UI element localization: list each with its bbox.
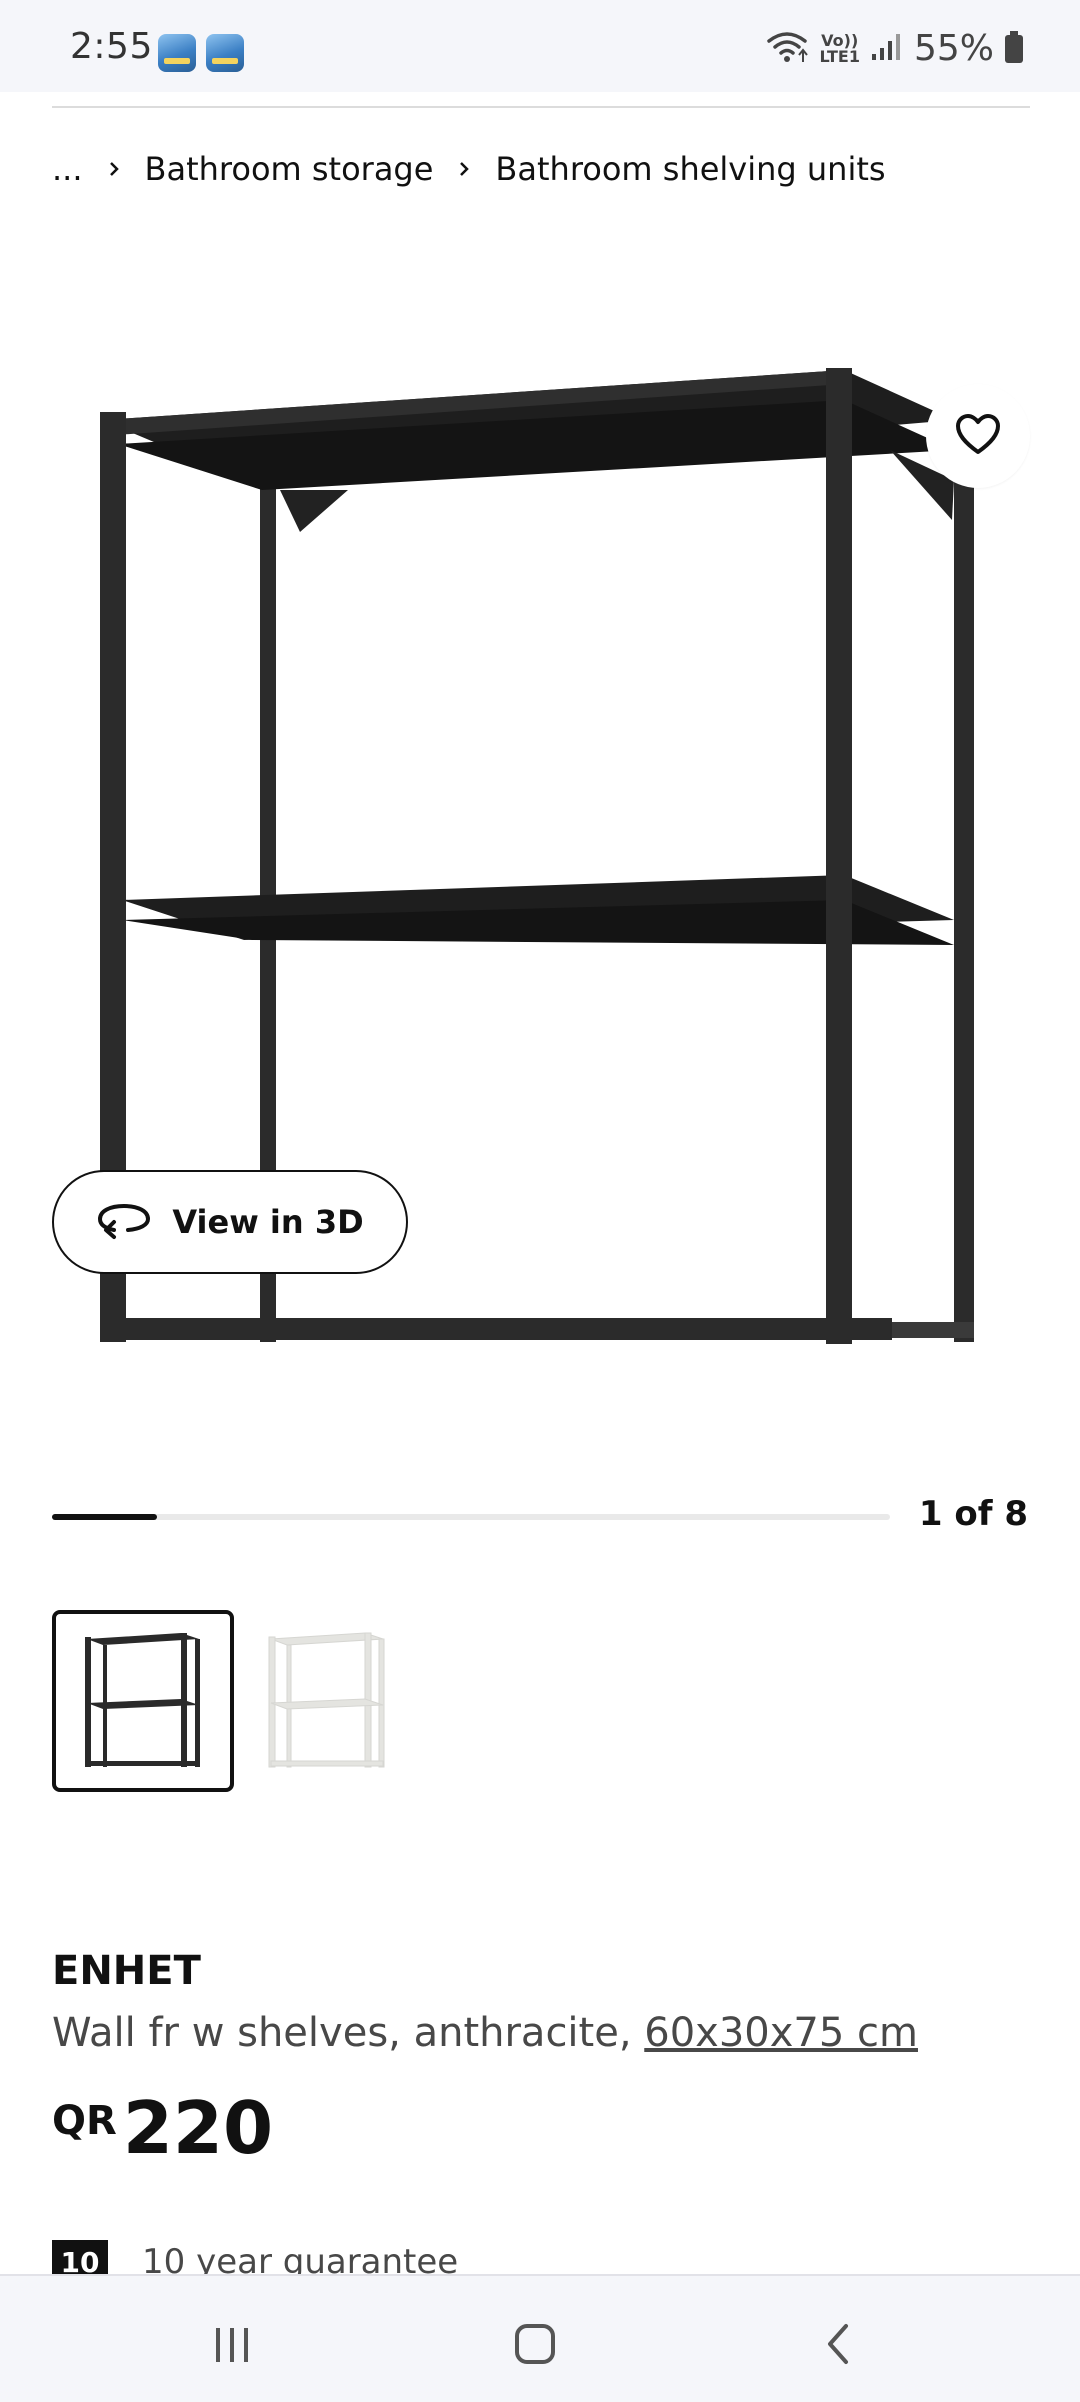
breadcrumb-item-bathroom-shelving-units[interactable]: Bathroom shelving units <box>495 150 885 188</box>
header-divider <box>52 106 1030 108</box>
gallery-progress-fill <box>52 1514 157 1520</box>
chevron-right-icon <box>97 152 131 186</box>
thumbnail-white[interactable] <box>236 1610 418 1792</box>
rotate-3d-icon <box>96 1200 152 1244</box>
product-name: ENHET <box>52 1948 201 1994</box>
gallery-counter: 1 of 8 <box>918 1494 1028 1534</box>
product-price: QR 220 <box>52 2088 273 2168</box>
recents-icon[interactable] <box>202 2314 262 2374</box>
product-description: Wall fr w shelves, anthracite, 60x30x75 … <box>52 2010 918 2056</box>
home-icon[interactable] <box>505 2314 565 2374</box>
battery-percent: 55% <box>913 28 994 69</box>
thumbnail-anthracite[interactable] <box>52 1610 234 1792</box>
app-icon <box>158 34 196 72</box>
breadcrumb: ... Bathroom storage Bathroom shelving u… <box>52 150 886 188</box>
chevron-right-icon <box>447 152 481 186</box>
status-time: 2:55 <box>70 26 153 67</box>
battery-icon <box>1004 30 1024 68</box>
wifi-icon <box>765 29 809 69</box>
product-dimensions-link[interactable]: 60x30x75 cm <box>644 2010 918 2056</box>
app-icon <box>206 34 244 72</box>
system-nav-bar <box>0 2274 1080 2402</box>
favorite-button[interactable] <box>926 384 1030 488</box>
status-icons: Vo)) LTE1 55% <box>765 28 1024 69</box>
gallery-progress <box>52 1514 890 1520</box>
heart-icon <box>954 412 1002 460</box>
price-amount: 220 <box>122 2086 274 2170</box>
lte-indicator: Vo)) LTE1 <box>819 30 860 66</box>
status-bar: 2:55 Vo)) LTE1 55% <box>0 0 1080 92</box>
product-description-text: Wall fr w shelves, anthracite, <box>52 2010 645 2056</box>
signal-icon <box>870 32 904 66</box>
breadcrumb-ellipsis[interactable]: ... <box>52 150 83 188</box>
breadcrumb-item-bathroom-storage[interactable]: Bathroom storage <box>145 150 434 188</box>
back-icon[interactable] <box>810 2314 870 2374</box>
view-in-3d-label: View in 3D <box>172 1203 364 1241</box>
view-in-3d-button[interactable]: View in 3D <box>52 1170 408 1274</box>
price-currency: QR <box>52 2098 117 2144</box>
